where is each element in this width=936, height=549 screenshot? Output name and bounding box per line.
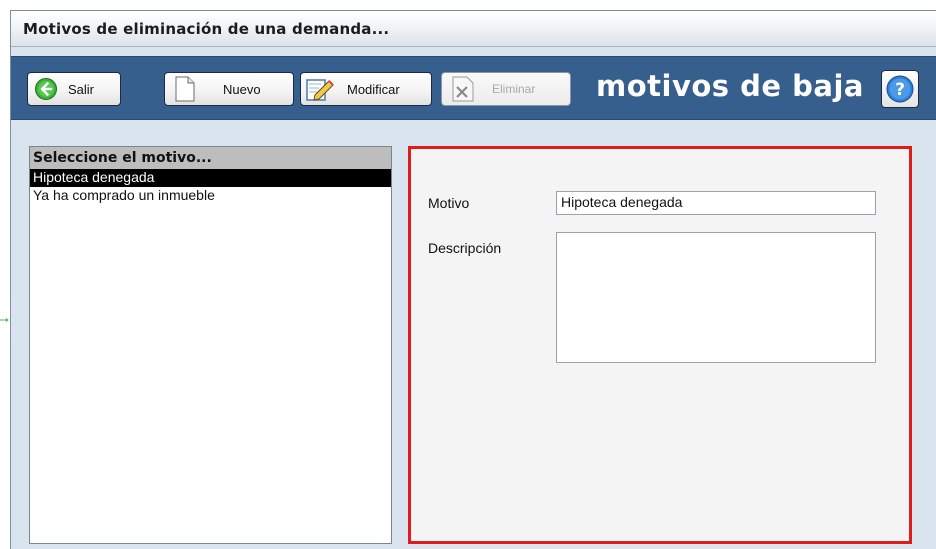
modificar-label: Modificar: [347, 81, 400, 97]
help-question-icon: ?: [886, 75, 914, 103]
svg-text:?: ?: [895, 80, 905, 100]
motivos-list[interactable]: Seleccione el motivo... Hipoteca denegad…: [29, 146, 392, 544]
title-bar[interactable]: Motivos de eliminación de una demanda...: [11, 11, 936, 47]
list-header: Seleccione el motivo...: [30, 147, 391, 169]
descripcion-label: Descripción: [428, 240, 502, 256]
side-arrow-mark: [0, 318, 9, 322]
nuevo-button[interactable]: Nuevo: [164, 72, 294, 106]
help-button[interactable]: ?: [881, 70, 919, 108]
nuevo-label: Nuevo: [223, 81, 261, 97]
list-item[interactable]: Ya ha comprado un inmueble: [30, 187, 391, 205]
dialog-window: Motivos de eliminación de una demanda...…: [10, 10, 936, 549]
eliminar-button[interactable]: Eliminar: [441, 72, 571, 106]
salir-label: Salir: [68, 81, 95, 97]
salir-button[interactable]: Salir: [27, 72, 121, 106]
back-arrow-icon: [35, 78, 57, 100]
modificar-button[interactable]: Modificar: [300, 72, 432, 106]
window-title: Motivos de eliminación de una demanda...: [23, 20, 390, 38]
detail-panel: Motivo Hipoteca denegada Descripción: [408, 146, 912, 544]
page-heading: motivos de baja: [596, 69, 864, 103]
eliminar-label: Eliminar: [492, 82, 536, 96]
motivo-field[interactable]: Hipoteca denegada: [556, 191, 876, 215]
motivo-label: Motivo: [428, 195, 470, 211]
list-item[interactable]: Hipoteca denegada: [30, 169, 391, 187]
delete-x-icon: [452, 76, 474, 102]
descripcion-field[interactable]: [556, 232, 876, 363]
edit-pencil-icon: [306, 79, 334, 101]
new-document-icon: [175, 76, 195, 102]
toolbar: Salir Nuevo Modificar Eliminar motivos d…: [11, 56, 936, 120]
